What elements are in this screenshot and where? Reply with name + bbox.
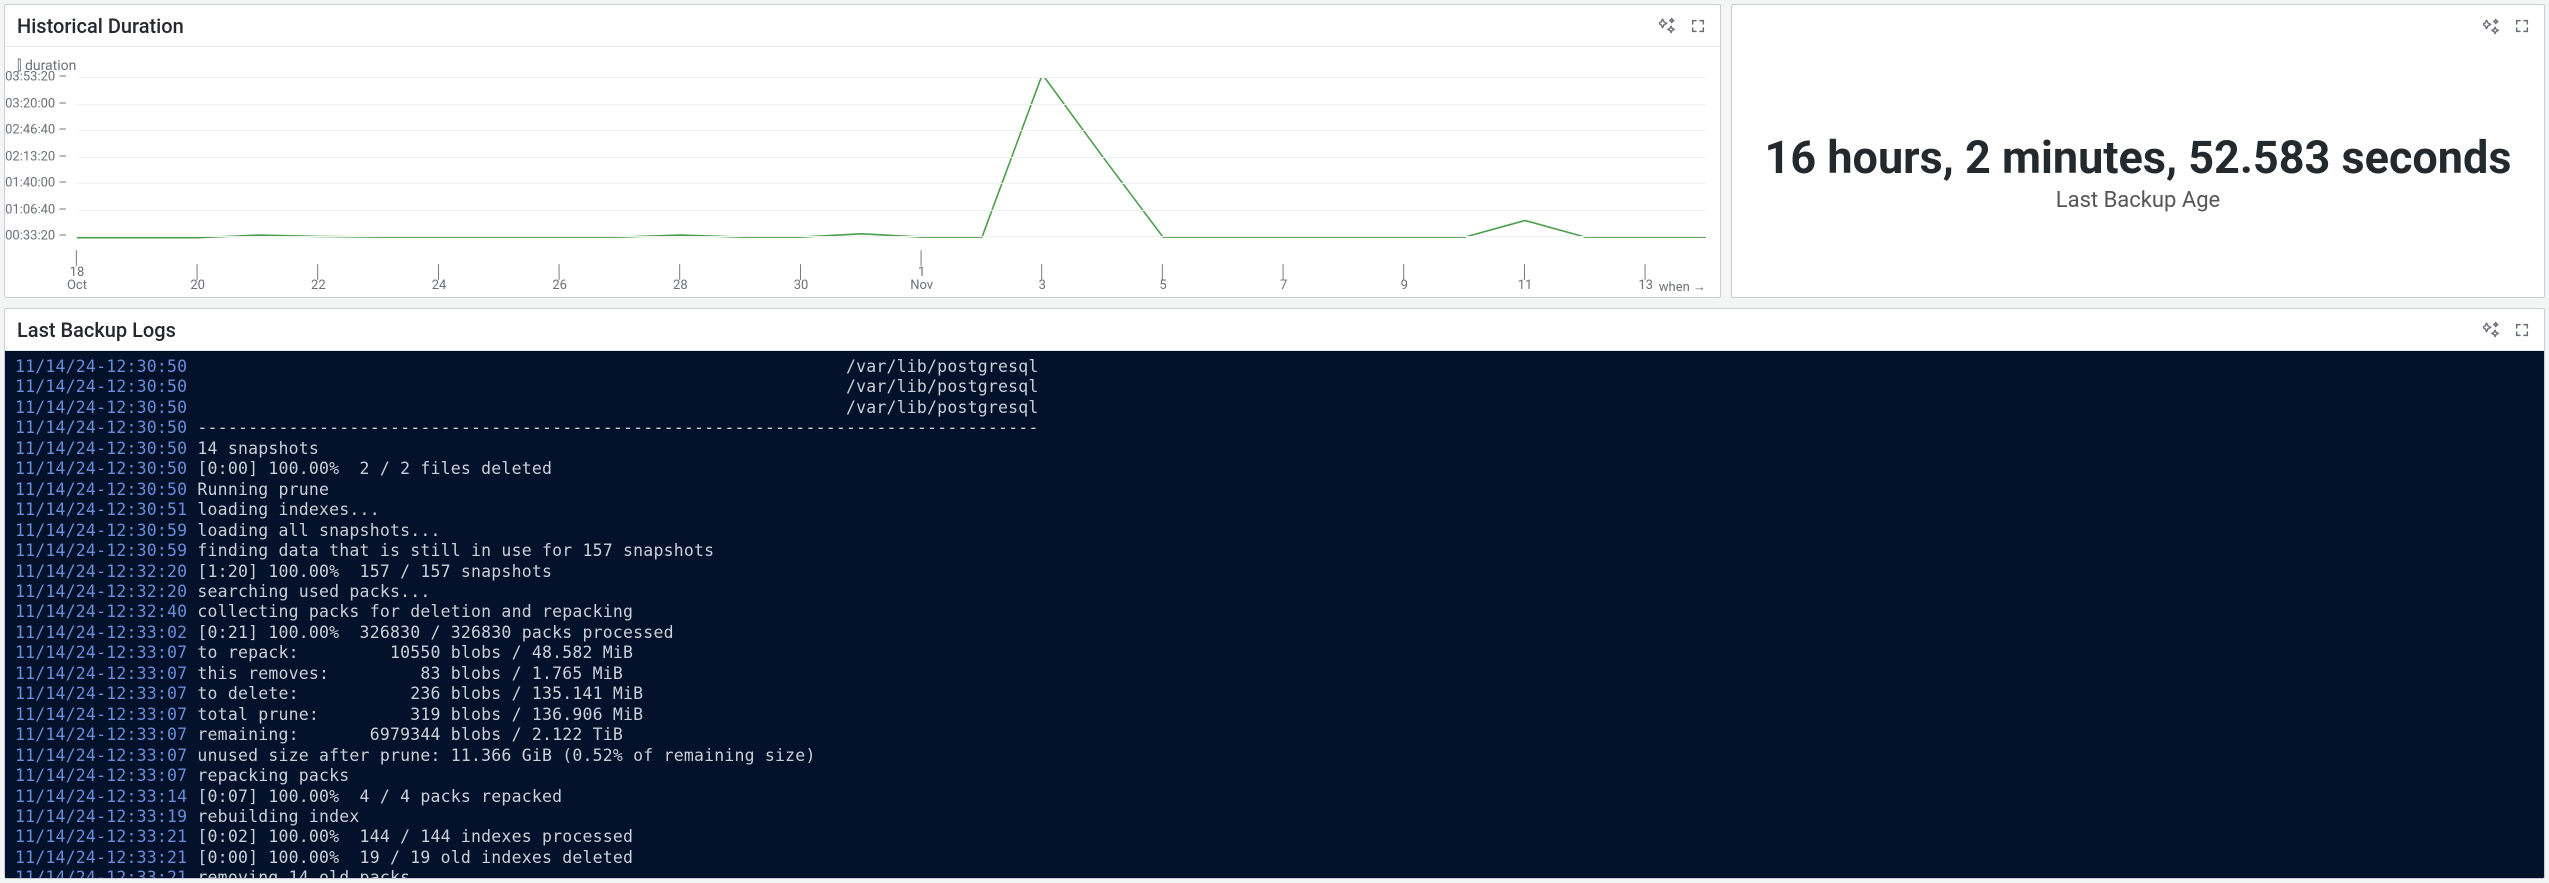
logs-body[interactable]: 11/14/24-12:30:50 /var/lib/postgresql11/…: [5, 351, 2544, 878]
log-line: 11/14/24-12:32:40 collecting packs for d…: [15, 602, 2534, 622]
log-line: 11/14/24-12:30:59 loading all snapshots.…: [15, 521, 2534, 541]
x-tick-label: │20: [190, 266, 205, 293]
log-line: 11/14/24-12:33:02 [0:21] 100.00% 326830 …: [15, 623, 2534, 643]
suggestions-icon[interactable]: [2481, 16, 2502, 37]
y-tick-label: 00:33:20 –: [5, 229, 67, 244]
log-line: 11/14/24-12:33:21 [0:00] 100.00% 19 / 19…: [15, 848, 2534, 868]
x-tick-label: │5: [1159, 266, 1167, 293]
log-line: 11/14/24-12:33:07 to repack: 10550 blobs…: [15, 643, 2534, 663]
x-tick-label: │13: [1638, 266, 1653, 293]
x-tick-label: │18Oct: [67, 252, 87, 293]
panel-header: Last Backup Logs: [5, 309, 2544, 351]
log-line: 11/14/24-12:33:07 total prune: 319 blobs…: [15, 705, 2534, 725]
stat-label: Last Backup Age: [2056, 188, 2220, 213]
chart-body[interactable]: ⫿ duration 00:33:20 –01:06:40 –01:40:00 …: [5, 47, 1720, 297]
x-tick-label: │28: [673, 266, 688, 293]
log-line: 11/14/24-12:30:50 /var/lib/postgresql: [15, 377, 2534, 397]
log-line: 11/14/24-12:33:14 [0:07] 100.00% 4 / 4 p…: [15, 787, 2534, 807]
x-tick-label: │9: [1400, 266, 1408, 293]
last-backup-logs-panel: Last Backup Logs 11/14/24-12:30:50 /var/…: [4, 308, 2545, 879]
log-line: 11/14/24-12:33:19 rebuilding index: [15, 807, 2534, 827]
log-line: 11/14/24-12:30:50 [0:00] 100.00% 2 / 2 f…: [15, 459, 2534, 479]
stat-body: 16 hours, 2 minutes, 52.583 seconds Last…: [1732, 47, 2544, 297]
x-tick-label: │1Nov: [910, 252, 933, 293]
suggestions-icon[interactable]: [2481, 319, 2502, 340]
x-tick-label: │11: [1518, 266, 1533, 293]
panel-title: Historical Duration: [17, 14, 184, 38]
log-line: 11/14/24-12:30:50 /var/lib/postgresql: [15, 357, 2534, 377]
log-line: 11/14/24-12:30:50 /var/lib/postgresql: [15, 398, 2534, 418]
log-line: 11/14/24-12:32:20 [1:20] 100.00% 157 / 1…: [15, 562, 2534, 582]
panel-header: Historical Duration: [5, 5, 1720, 47]
panel-actions: [1657, 15, 1708, 36]
log-line: 11/14/24-12:33:07 remaining: 6979344 blo…: [15, 725, 2534, 745]
x-tick-label: │22: [311, 266, 326, 293]
fullscreen-icon[interactable]: [2512, 16, 2532, 36]
log-line: 11/14/24-12:30:59 finding data that is s…: [15, 541, 2534, 561]
log-line: 11/14/24-12:33:21 removing 14 old packs: [15, 868, 2534, 878]
y-tick-label: 01:06:40 –: [5, 202, 67, 217]
panel-actions: [2481, 16, 2532, 37]
y-tick-label: 02:46:40 –: [5, 123, 67, 138]
historical-duration-panel: Historical Duration ⫿ duration 00:33:20 …: [4, 4, 1721, 298]
y-tick-label: 03:20:00 –: [5, 96, 67, 111]
fullscreen-icon[interactable]: [1688, 16, 1708, 36]
y-tick-label: 02:13:20 –: [5, 149, 67, 164]
log-line: 11/14/24-12:30:51 loading indexes...: [15, 500, 2534, 520]
x-tick-label: │24: [432, 266, 447, 293]
y-tick-label: 03:53:20 –: [5, 70, 67, 85]
log-line: 11/14/24-12:33:07 to delete: 236 blobs /…: [15, 684, 2534, 704]
log-line: 11/14/24-12:33:07 this removes: 83 blobs…: [15, 664, 2534, 684]
x-tick-label: │3: [1038, 266, 1046, 293]
x-tick-label: │26: [552, 266, 567, 293]
log-line: 11/14/24-12:30:50 14 snapshots: [15, 439, 2534, 459]
panel-header: [1732, 5, 2544, 47]
log-line: 11/14/24-12:30:50 ----------------------…: [15, 418, 2534, 438]
fullscreen-icon[interactable]: [2512, 320, 2532, 340]
log-line: 11/14/24-12:32:20 searching used packs..…: [15, 582, 2534, 602]
panel-actions: [2481, 319, 2532, 340]
x-tick-label: │30: [794, 266, 809, 293]
log-line: 11/14/24-12:33:07 repacking packs: [15, 766, 2534, 786]
suggestions-icon[interactable]: [1657, 15, 1678, 36]
x-axis-label: when →: [1659, 279, 1706, 295]
y-tick-label: 01:40:00 –: [5, 176, 67, 191]
chart-area: 00:33:20 –01:06:40 –01:40:00 –02:13:20 –…: [15, 77, 1706, 263]
x-tick-label: │7: [1280, 266, 1288, 293]
log-line: 11/14/24-12:30:50 Running prune: [15, 480, 2534, 500]
stat-value: 16 hours, 2 minutes, 52.583 seconds: [1765, 131, 2512, 184]
log-line: 11/14/24-12:33:07 unused size after prun…: [15, 746, 2534, 766]
log-line: 11/14/24-12:33:21 [0:02] 100.00% 144 / 1…: [15, 827, 2534, 847]
last-backup-age-panel: 16 hours, 2 minutes, 52.583 seconds Last…: [1731, 4, 2545, 298]
panel-title: Last Backup Logs: [17, 318, 176, 342]
